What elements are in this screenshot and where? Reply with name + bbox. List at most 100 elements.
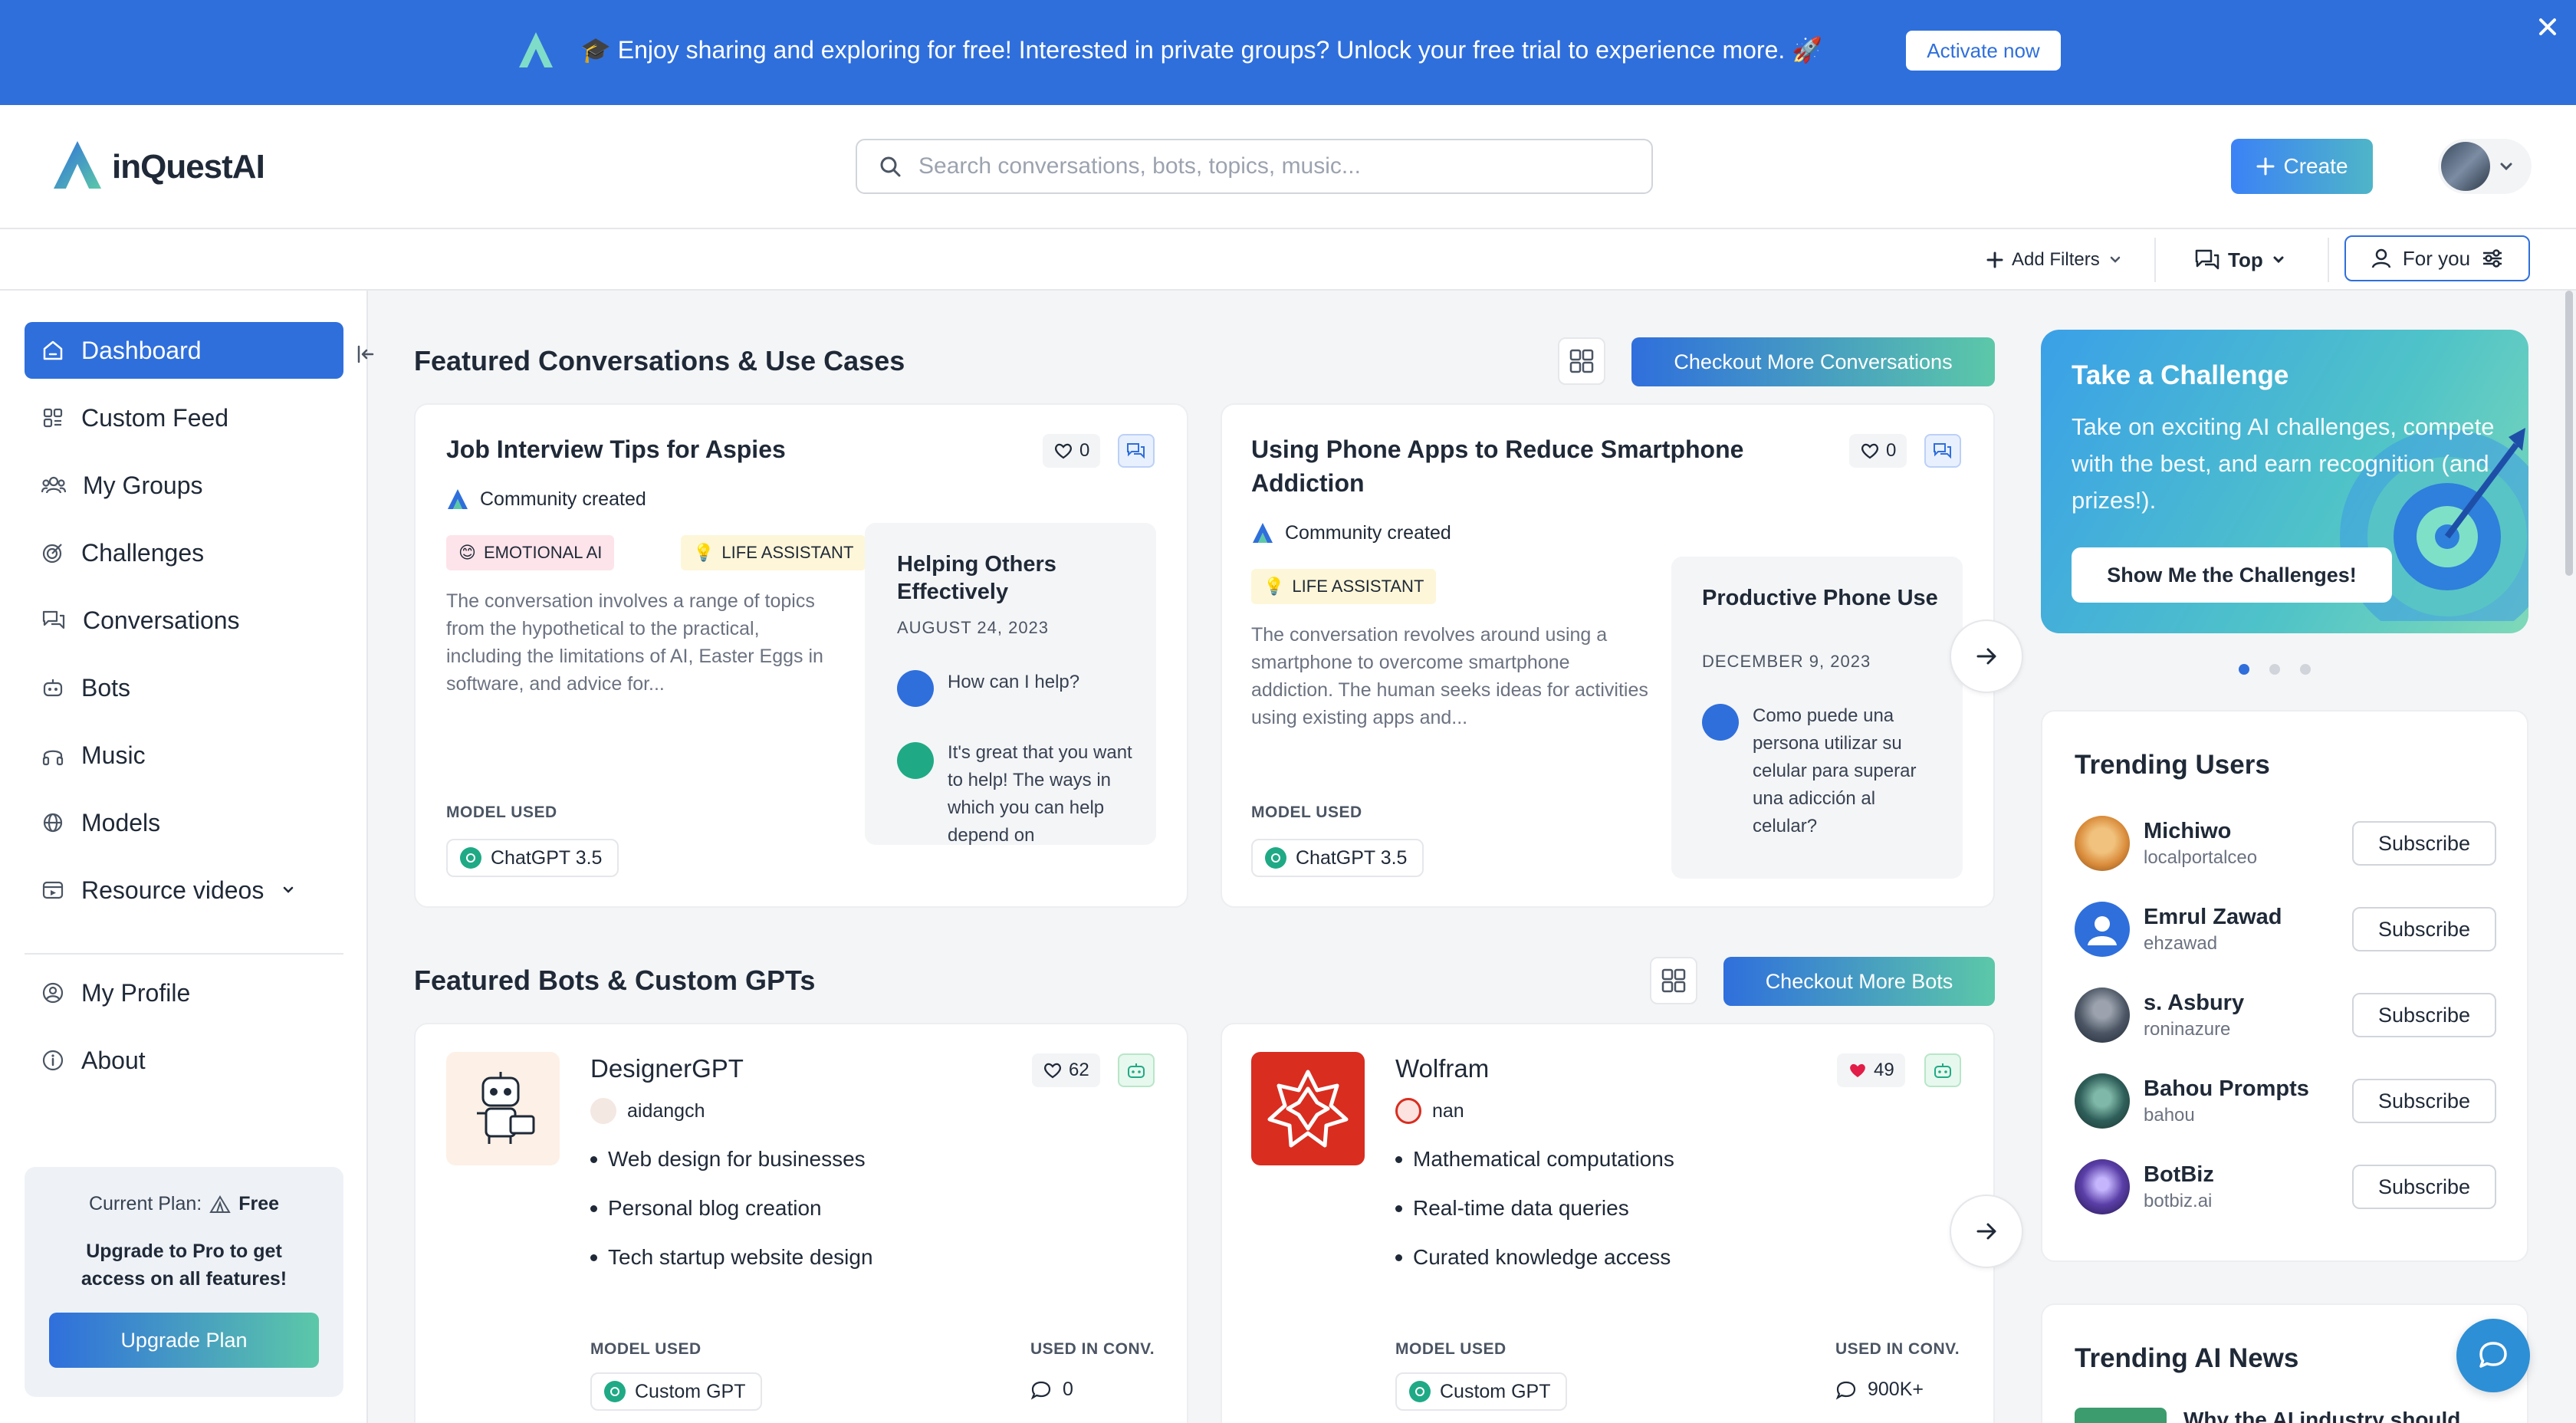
preview-bot-message: It's great that you want to help! The wa… xyxy=(948,742,1132,845)
grid-view-button[interactable] xyxy=(1558,337,1605,385)
collapse-sidebar-icon[interactable] xyxy=(354,343,377,366)
used-count: 900K+ xyxy=(1868,1379,1924,1400)
subscribe-button[interactable]: Subscribe xyxy=(2352,907,2496,951)
bot-name[interactable]: DesignerGPT xyxy=(590,1052,744,1086)
used-in-conv-count: 0 xyxy=(1030,1379,1073,1401)
sidebar-item-my-profile[interactable]: My Profile xyxy=(25,965,343,1021)
like-button[interactable]: 62 xyxy=(1032,1053,1100,1087)
featured-bots-title: Featured Bots & Custom GPTs xyxy=(414,965,816,996)
sidebar-item-resource-videos[interactable]: Resource videos xyxy=(25,862,343,919)
sidebar-item-challenges[interactable]: Challenges xyxy=(25,524,343,581)
upgrade-plan-button[interactable]: Upgrade Plan xyxy=(49,1313,319,1368)
conversation-preview[interactable]: Productive Phone Use DECEMBER 9, 2023 Co… xyxy=(1671,557,1963,879)
create-label: Create xyxy=(2283,154,2348,178)
create-button[interactable]: Create xyxy=(2231,139,2373,194)
checkout-more-conversations-button[interactable]: Checkout More Conversations xyxy=(1631,337,1995,386)
brand-name[interactable]: inQuestAI xyxy=(112,148,265,186)
page-scrollbar[interactable] xyxy=(2565,291,2573,576)
trending-user-row[interactable]: Bahou Prompts bahou Subscribe xyxy=(2075,1072,2496,1130)
emoji-smile-icon: 😊 xyxy=(458,543,476,562)
bot-author[interactable]: aidangch xyxy=(590,1098,705,1124)
comment-icon xyxy=(1835,1381,1856,1400)
subscribe-button[interactable]: Subscribe xyxy=(2352,1165,2496,1209)
like-count: 62 xyxy=(1069,1060,1089,1080)
search-input[interactable] xyxy=(918,153,1608,179)
chat-bubble-icon xyxy=(2479,1342,2507,1368)
user-avatar-icon xyxy=(897,670,934,707)
like-count: 49 xyxy=(1874,1060,1894,1080)
robot-designer-icon xyxy=(446,1052,560,1165)
sidebar-item-custom-feed[interactable]: Custom Feed xyxy=(25,389,343,446)
video-icon xyxy=(42,881,64,899)
trending-user-row[interactable]: Emrul Zawad ehzawad Subscribe xyxy=(2075,900,2496,958)
carousel-dot[interactable] xyxy=(2300,664,2311,675)
trending-user-row[interactable]: Michiwo localportalceo Subscribe xyxy=(2075,814,2496,873)
tag-emotional-ai[interactable]: 😊 EMOTIONAL AI xyxy=(446,535,615,570)
sidebar-item-music[interactable]: Music xyxy=(25,727,343,784)
sidebar-item-models[interactable]: Models xyxy=(25,794,343,851)
for-you-button[interactable]: For you xyxy=(2344,235,2530,281)
show-challenges-button[interactable]: Show Me the Challenges! xyxy=(2072,547,2392,603)
tent-icon xyxy=(209,1195,232,1213)
tag-life-assistant[interactable]: 💡 LIFE ASSISTANT xyxy=(681,535,866,570)
sidebar-item-label: About xyxy=(81,1046,146,1074)
sidebar-item-dashboard[interactable]: Dashboard xyxy=(25,322,343,379)
model-chip[interactable]: Custom GPT xyxy=(590,1372,763,1411)
news-headline[interactable]: Why the AI industry should xyxy=(2183,1408,2460,1423)
next-bots-button[interactable] xyxy=(1950,1195,2023,1268)
plus-icon xyxy=(1986,251,2003,268)
carousel-dot[interactable] xyxy=(2239,664,2249,675)
source-row: Community created xyxy=(446,488,646,511)
home-icon xyxy=(43,340,63,360)
user-menu[interactable] xyxy=(2438,139,2532,194)
bot-author[interactable]: nan xyxy=(1395,1098,1464,1124)
close-icon[interactable] xyxy=(2535,14,2561,40)
news-thumbnail[interactable] xyxy=(2075,1408,2167,1423)
model-used-label: MODEL USED xyxy=(1395,1340,1506,1358)
trending-user-row[interactable]: BotBiz botbiz.ai Subscribe xyxy=(2075,1158,2496,1216)
user-circle-icon xyxy=(42,982,64,1004)
conversation-title[interactable]: Using Phone Apps to Reduce Smartphone Ad… xyxy=(1251,432,1803,500)
current-plan-label: Current Plan: xyxy=(88,1193,202,1214)
sort-dropdown[interactable]: Top xyxy=(2194,244,2286,276)
grid-view-button[interactable] xyxy=(1650,957,1697,1004)
conversation-description: The conversation involves a range of top… xyxy=(446,590,823,695)
checkout-more-bots-button[interactable]: Checkout More Bots xyxy=(1723,957,1995,1006)
avatar xyxy=(2441,142,2490,191)
filter-bar xyxy=(0,229,2576,291)
sidebar-item-conversations[interactable]: Conversations xyxy=(25,592,343,649)
add-filters-button[interactable]: Add Filters xyxy=(1986,244,2123,276)
openai-icon xyxy=(460,847,481,869)
next-conversations-button[interactable] xyxy=(1950,619,2023,693)
sidebar-item-bots[interactable]: Bots xyxy=(25,659,343,716)
sidebar-divider xyxy=(25,953,343,955)
like-button[interactable]: 49 xyxy=(1837,1053,1905,1087)
activate-now-button[interactable]: Activate now xyxy=(1906,31,2061,71)
bot-name[interactable]: Wolfram xyxy=(1395,1052,1489,1086)
user-name: Michiwo xyxy=(2144,818,2232,843)
challenge-title: Take a Challenge xyxy=(2072,360,2289,390)
chat-support-button[interactable] xyxy=(2456,1319,2530,1392)
search-bar[interactable] xyxy=(856,139,1653,194)
model-used-label: MODEL USED xyxy=(590,1340,702,1358)
like-button[interactable]: 0 xyxy=(1849,434,1907,468)
model-chip[interactable]: Custom GPT xyxy=(1395,1372,1568,1411)
subscribe-button[interactable]: Subscribe xyxy=(2352,1079,2496,1123)
subscribe-button[interactable]: Subscribe xyxy=(2352,821,2496,866)
sidebar-item-my-groups[interactable]: My Groups xyxy=(25,457,343,514)
model-chip[interactable]: ChatGPT 3.5 xyxy=(1251,839,1424,877)
model-chip[interactable]: ChatGPT 3.5 xyxy=(446,839,619,877)
like-button[interactable]: 0 xyxy=(1043,434,1101,468)
trending-user-row[interactable]: s. Asbury roninazure Subscribe xyxy=(2075,986,2496,1044)
tag-life-assistant[interactable]: 💡 LIFE ASSISTANT xyxy=(1251,569,1437,604)
sidebar-item-label: Dashboard xyxy=(81,336,202,364)
inquestai-logo-icon[interactable] xyxy=(51,138,104,192)
subscribe-button[interactable]: Subscribe xyxy=(2352,993,2496,1037)
announcement-logo-icon xyxy=(517,31,555,71)
author-name: nan xyxy=(1432,1099,1464,1122)
conversation-preview[interactable]: Helping Others Effectively AUGUST 24, 20… xyxy=(865,523,1156,845)
sidebar-item-about[interactable]: About xyxy=(25,1032,343,1089)
carousel-dot[interactable] xyxy=(2269,664,2280,675)
conversation-title[interactable]: Job Interview Tips for Aspies xyxy=(446,432,1014,466)
sidebar-item-label: Models xyxy=(81,808,161,836)
